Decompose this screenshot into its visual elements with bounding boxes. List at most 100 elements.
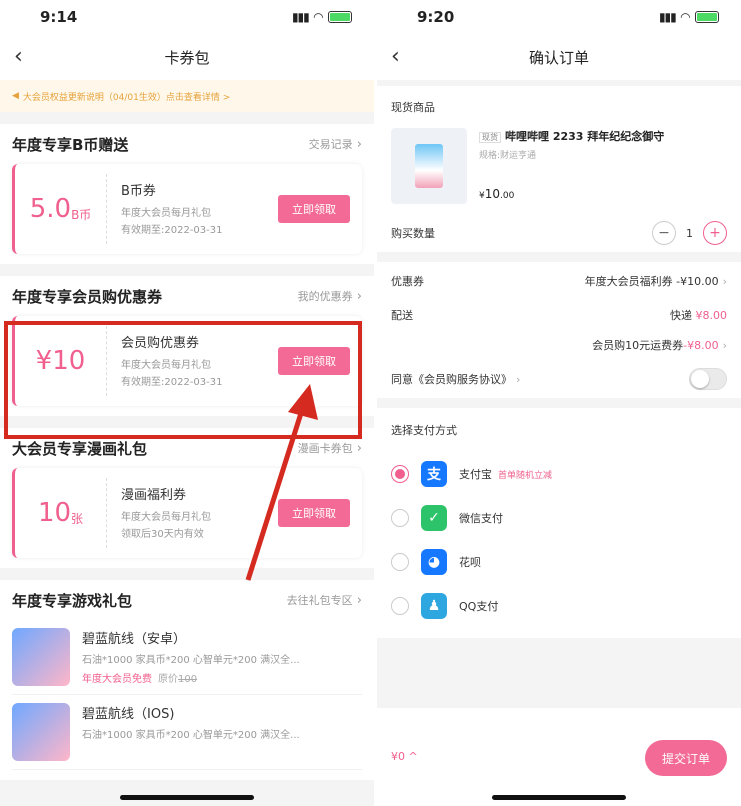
radio[interactable] <box>391 597 409 615</box>
status-icons: ▮▮▮ ◠ <box>659 10 719 24</box>
payment-name: QQ支付 <box>459 600 499 613</box>
game-thumbnail <box>12 628 70 686</box>
alipay-icon: 支 <box>421 461 447 487</box>
right-screen: 9:20 ▮▮▮ ◠ ‹ 确认订单 现货商品 现货 哔哩哔哩 2233 拜年纪纪念… <box>377 0 741 806</box>
page-title: 确认订单 <box>528 48 589 67</box>
radio[interactable] <box>391 553 409 571</box>
shipping-coupon-label: 会员购10元运费券 <box>592 339 684 352</box>
shipping-fee: ¥8.00 <box>695 309 728 322</box>
game-thumbnail <box>12 703 70 761</box>
payment-name: 支付宝 <box>459 468 492 481</box>
signal-icon: ▮▮▮ <box>291 10 310 24</box>
game-desc: 石油*1000 家具币*200 心智单元*200 满汉全... <box>82 655 300 666</box>
fees-block: 优惠券 年度大会员福利券 -¥10.00 › 配送 快递 ¥8.00 会员购10元… <box>377 262 741 398</box>
payment-option-huabei[interactable]: ◕ 花呗 <box>391 540 727 584</box>
payment-option-alipay[interactable]: 支 支付宝 首单随机立减 <box>391 452 727 496</box>
section-title: 年度专享游戏礼包 <box>12 591 133 610</box>
payment-block: 选择支付方式 支 支付宝 首单随机立减 ✓ 微信支付 ◕ 花呗 ♟ QQ支付 <box>377 408 741 638</box>
shipping-coupon-row[interactable]: 会员购10元运费券 -¥8.00 › <box>391 330 727 360</box>
red-arrow <box>245 384 318 581</box>
speaker-icon: ◀ <box>12 91 19 101</box>
wechat-pay-icon: ✓ <box>421 505 447 531</box>
notice-bar[interactable]: ◀ 大会员权益更新说明（04/01生效）点击查看详情 > <box>0 80 374 112</box>
coupon-desc: 年度大会员每月礼包 <box>121 207 211 219</box>
section-title: 年度专享B币赠送 <box>12 135 129 154</box>
agreement-row: 同意《会员购服务协议》 › <box>391 360 727 398</box>
list-item[interactable]: 碧蓝航线（安卓） 石油*1000 家具币*200 心智单元*200 满汉全...… <box>12 620 362 695</box>
bcoin-section: 年度专享B币赠送 交易记录 5.0B币 B币券 年度大会员每月礼包 有效期至:2… <box>0 124 374 264</box>
section-title: 年度专享会员购优惠券 <box>12 287 163 306</box>
left-screen: 9:14 ▮▮▮ ◠ ‹ 卡券包 ◀ 大会员权益更新说明（04/01生效）点击查… <box>0 0 374 806</box>
coupon-label: 优惠券 <box>391 275 424 288</box>
orig-price-label: 原价 <box>158 674 178 685</box>
list-item[interactable]: 碧蓝航线（IOS) 石油*1000 家具币*200 心智单元*200 满汉全..… <box>12 695 362 770</box>
status-time: 9:14 <box>40 8 78 26</box>
status-bar: 9:20 ▮▮▮ ◠ <box>377 0 741 34</box>
goods-title: 哔哩哔哩 2233 拜年纪纪念御守 <box>505 130 665 143</box>
submit-order-button[interactable]: 提交订单 <box>645 740 727 776</box>
goods-price: ¥10.00 <box>479 187 515 201</box>
wifi-icon: ◠ <box>680 10 690 24</box>
signal-icon: ▮▮▮ <box>658 10 677 24</box>
gift-zone-link[interactable]: 去往礼包专区 <box>287 592 362 608</box>
coupon-row[interactable]: 优惠券 年度大会员福利券 -¥10.00 › <box>391 262 727 300</box>
payment-option-wechat[interactable]: ✓ 微信支付 <box>391 496 727 540</box>
goods-section-title: 现货商品 <box>391 101 435 114</box>
huabei-icon: ◕ <box>421 549 447 575</box>
payment-name: 花呗 <box>459 556 481 569</box>
page-title: 卡券包 <box>164 48 210 67</box>
shipping-row: 配送 快递 ¥8.00 <box>391 300 727 330</box>
payment-name: 微信支付 <box>459 512 503 525</box>
goods-spec: 规格:财运亨通 <box>479 151 537 161</box>
game-name: 碧蓝航线（安卓） <box>82 632 187 647</box>
quantity-value: 1 <box>686 226 693 240</box>
status-icons: ▮▮▮ ◠ <box>292 10 352 24</box>
goods-item[interactable]: 现货 哔哩哔哩 2233 拜年纪纪念御守 规格:财运亨通 ¥10.00 <box>391 122 727 214</box>
back-icon[interactable]: ‹ <box>391 44 400 69</box>
free-label: 年度大会员免费 <box>82 674 152 685</box>
payment-option-qq[interactable]: ♟ QQ支付 <box>391 584 727 628</box>
shipping-coupon-value: -¥8.00 <box>683 338 719 352</box>
shipping-method: 快递 <box>670 309 692 322</box>
coupon-amount: 5.0 B币 <box>15 174 107 244</box>
bcoin-coupon: 5.0 B币 B币券 年度大会员每月礼包 有效期至:2022-03-31 立即领取 <box>12 164 362 254</box>
battery-icon <box>328 11 352 23</box>
goods-image <box>391 128 467 204</box>
status-time: 9:20 <box>417 8 455 26</box>
quantity-label: 购买数量 <box>391 227 435 240</box>
wifi-icon: ◠ <box>313 10 323 24</box>
nav-bar: ‹ 卡券包 <box>0 34 374 80</box>
home-indicator <box>492 795 626 800</box>
shipping-label: 配送 <box>391 309 413 322</box>
order-total[interactable]: ¥0 ^ <box>391 750 418 763</box>
minus-button[interactable]: − <box>652 221 676 245</box>
battery-icon <box>695 11 719 23</box>
transaction-record-link[interactable]: 交易记录 <box>309 136 362 152</box>
quantity-stepper: − 1 + <box>652 221 727 245</box>
stock-tag: 现货 <box>479 132 501 143</box>
payment-promo: 首单随机立减 <box>498 470 553 481</box>
orig-price: 100 <box>178 674 198 685</box>
coupon-name: B币券 <box>121 183 156 199</box>
goods-block: 现货商品 现货 哔哩哔哩 2233 拜年纪纪念御守 规格:财运亨通 ¥10.00 … <box>377 86 741 252</box>
my-coupons-link[interactable]: 我的优惠券 <box>298 288 362 304</box>
notice-text: 大会员权益更新说明（04/01生效）点击查看详情 > <box>22 92 231 103</box>
claim-button[interactable]: 立即领取 <box>278 195 350 223</box>
chevron-right-icon: › <box>722 275 727 288</box>
agreement-toggle[interactable] <box>689 368 727 390</box>
game-name: 碧蓝航线（IOS) <box>82 707 175 722</box>
plus-button[interactable]: + <box>703 221 727 245</box>
games-section: 年度专享游戏礼包 去往礼包专区 碧蓝航线（安卓） 石油*1000 家具币*200… <box>0 580 374 780</box>
payment-title: 选择支付方式 <box>391 424 457 437</box>
back-icon[interactable]: ‹ <box>14 44 23 69</box>
radio-selected[interactable] <box>391 465 409 483</box>
nav-bar: ‹ 确认订单 <box>377 34 741 80</box>
qq-pay-icon: ♟ <box>421 593 447 619</box>
agreement-label[interactable]: 同意《会员购服务协议》 <box>391 373 512 386</box>
section-title: 大会员专享漫画礼包 <box>12 439 148 458</box>
game-desc: 石油*1000 家具币*200 心智单元*200 满汉全... <box>82 730 300 741</box>
radio[interactable] <box>391 509 409 527</box>
status-bar: 9:14 ▮▮▮ ◠ <box>0 0 374 34</box>
quantity-row: 购买数量 − 1 + <box>391 214 727 252</box>
coupon-value: 年度大会员福利券 -¥10.00 <box>584 275 719 288</box>
